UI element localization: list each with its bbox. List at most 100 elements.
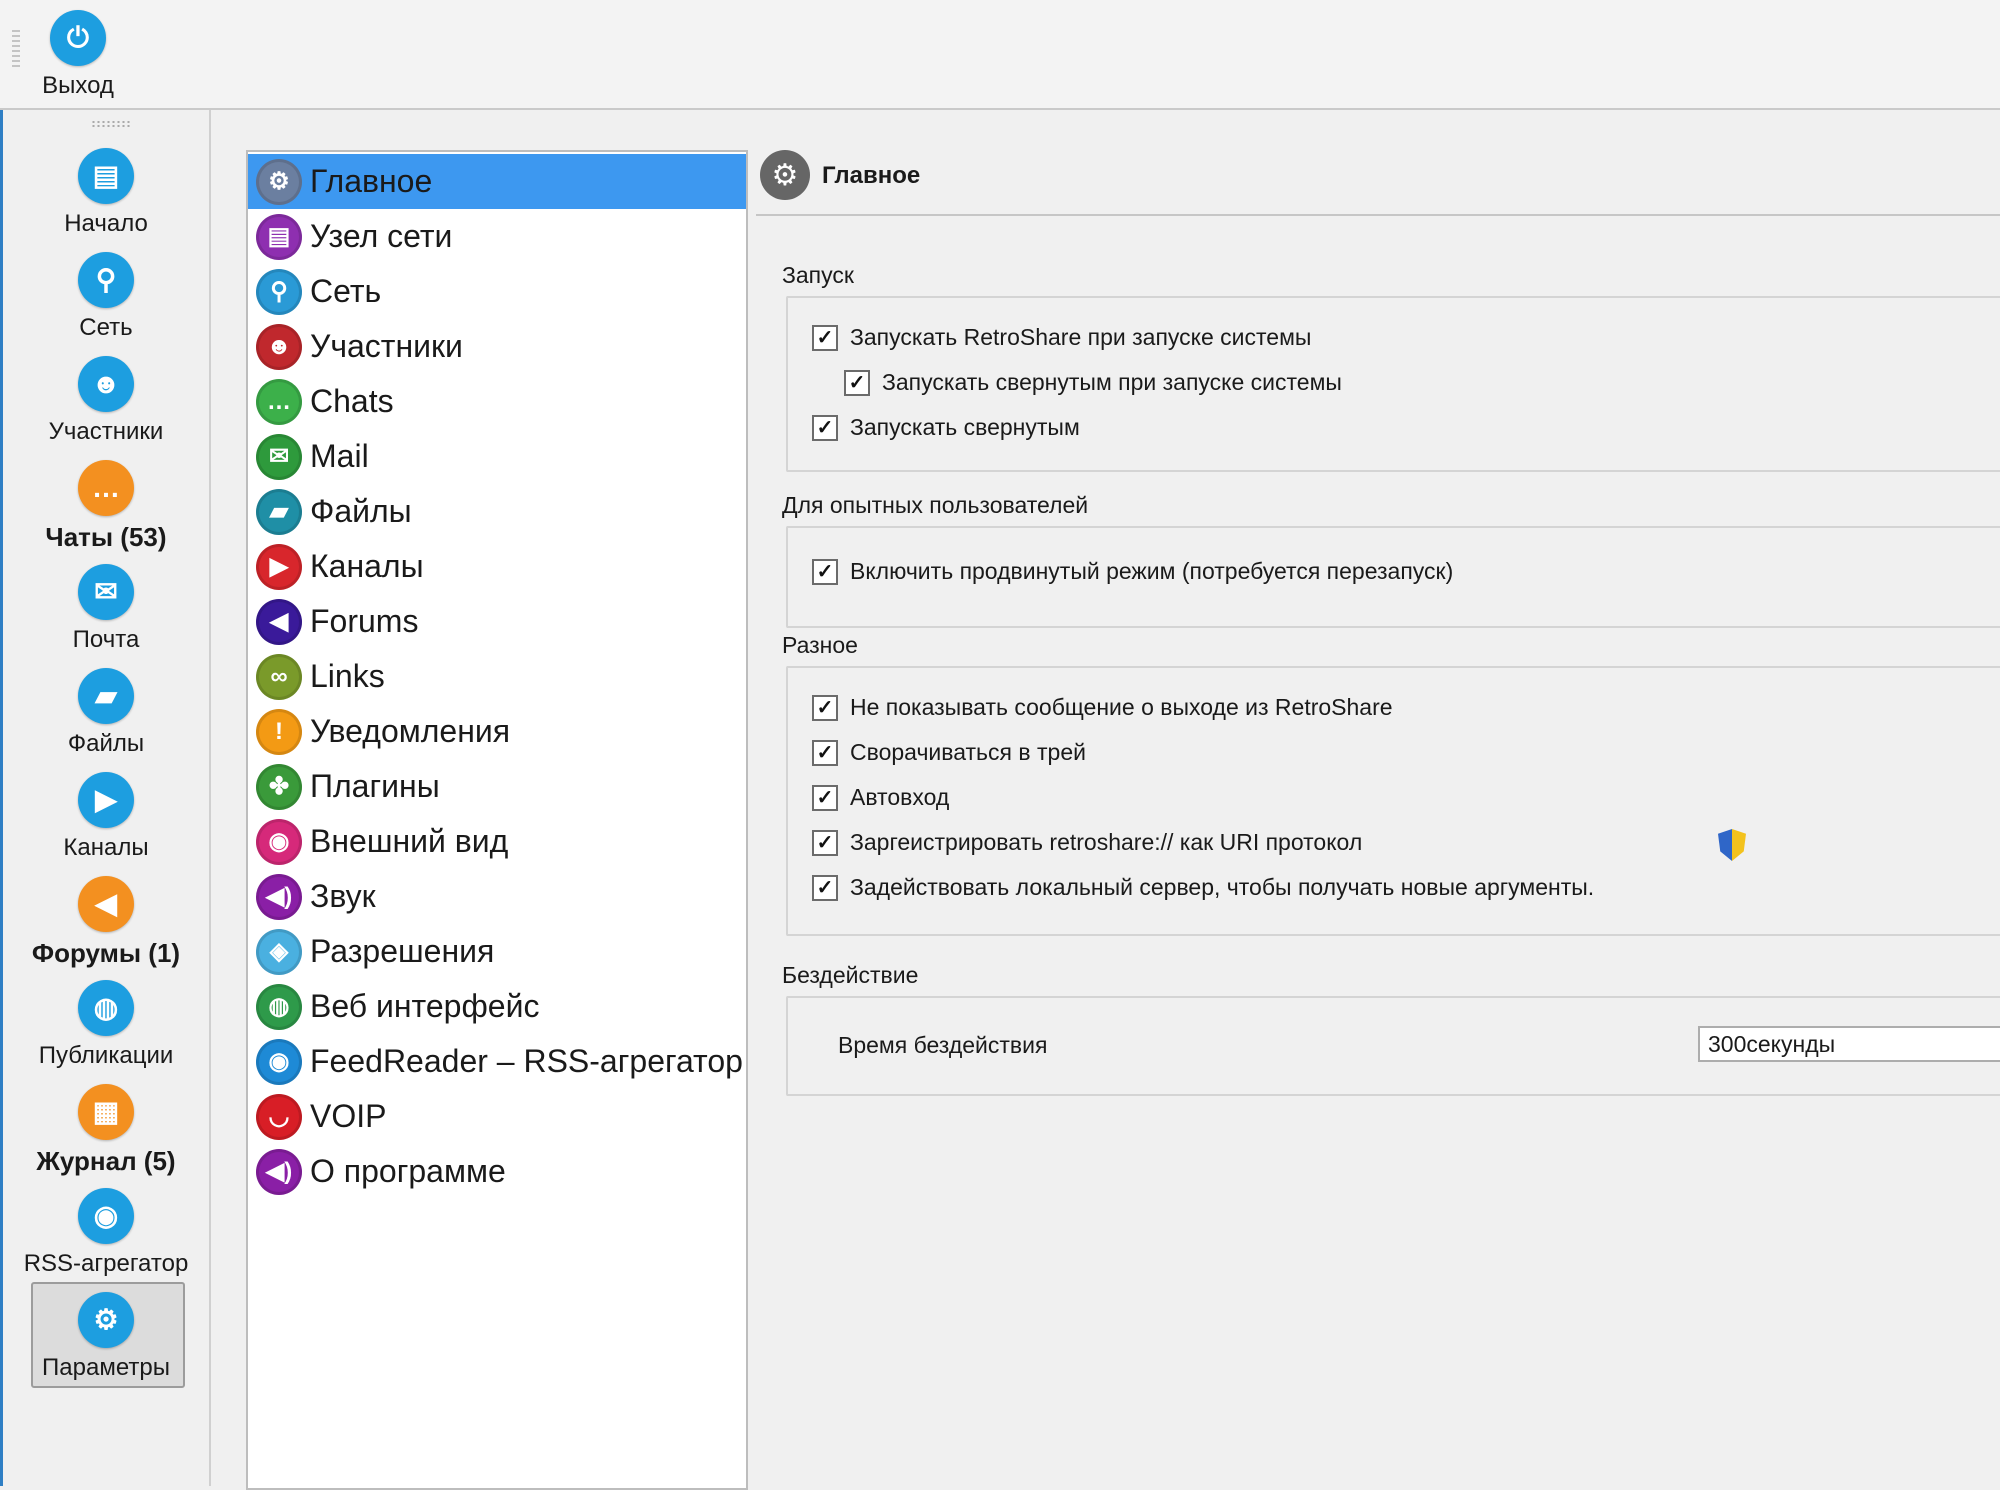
category-label: Плагины bbox=[310, 768, 440, 804]
group-idle: Время бездействия 300секунды bbox=[786, 996, 2000, 1096]
category-label: Уведомления bbox=[310, 713, 511, 749]
start-on-boot-checkbox[interactable]: ✓ Запускать RetroShare при запуске систе… bbox=[812, 324, 1311, 351]
id-card-icon: ▤ bbox=[78, 148, 134, 204]
nav-item-forums[interactable]: ◀ Форумы (1) bbox=[3, 876, 209, 976]
checkbox-box[interactable]: ✓ bbox=[844, 369, 870, 396]
speaker-icon: ◀) bbox=[256, 873, 302, 920]
category-node[interactable]: ▤ Узел сети bbox=[248, 209, 746, 264]
toolbar: ⏻ Выход bbox=[0, 0, 2000, 110]
checkbox-box[interactable]: ✓ bbox=[812, 829, 838, 856]
nav-item-people[interactable]: ☻ Участники bbox=[3, 356, 209, 456]
local-server-checkbox[interactable]: ✓ Задействовать локальный сервер, чтобы … bbox=[812, 874, 1594, 901]
nav-item-channels[interactable]: ▶ Каналы bbox=[3, 772, 209, 872]
checkbox-box[interactable]: ✓ bbox=[812, 558, 838, 585]
toolbar-grip[interactable] bbox=[12, 30, 20, 70]
idle-time-label: Время бездействия bbox=[838, 1032, 1048, 1058]
category-voip[interactable]: ◡ VOIP bbox=[248, 1089, 746, 1144]
auto-login-checkbox[interactable]: ✓ Автовход bbox=[812, 784, 949, 811]
checkbox-label: Запускать свернутым при запуске системы bbox=[882, 369, 1342, 395]
group-startup: ✓ Запускать RetroShare при запуске систе… bbox=[786, 296, 2000, 472]
start-minimized-checkbox[interactable]: ✓ Запускать свернутым bbox=[812, 414, 1080, 441]
nav-label: Файлы bbox=[67, 730, 145, 757]
category-label: Сеть bbox=[310, 273, 382, 309]
category-label: Chats bbox=[310, 383, 394, 419]
category-channels[interactable]: ▶ Каналы bbox=[248, 539, 746, 594]
category-network[interactable]: ⚲ Сеть bbox=[248, 264, 746, 319]
category-notifications[interactable]: ! Уведомления bbox=[248, 704, 746, 759]
checkbox-label: Заргеистрировать retroshare:// как URI п… bbox=[850, 829, 1363, 855]
category-label: Forums bbox=[310, 603, 419, 639]
category-label: FeedReader – RSS-агрегатор bbox=[310, 1043, 743, 1079]
mail-icon: ✉ bbox=[256, 433, 302, 480]
gear-icon: ⚙ bbox=[78, 1292, 134, 1348]
start-minimized-on-boot-checkbox[interactable]: ✓ Запускать свернутым при запуске систем… bbox=[844, 369, 1342, 396]
group-title-misc: Разное bbox=[782, 632, 858, 658]
exit-button[interactable]: ⏻ Выход bbox=[22, 6, 134, 102]
group-advanced: ✓ Включить продвинутый режим (потребуетс… bbox=[786, 526, 2000, 628]
checkbox-box[interactable]: ✓ bbox=[812, 784, 838, 811]
advanced-mode-checkbox[interactable]: ✓ Включить продвинутый режим (потребуетс… bbox=[812, 558, 1453, 585]
nav-item-posted[interactable]: ◍ Публикации bbox=[3, 980, 209, 1080]
lips-icon: ◡ bbox=[256, 1093, 302, 1140]
category-feedreader[interactable]: ◉ FeedReader – RSS-агрегатор bbox=[248, 1034, 746, 1089]
category-about[interactable]: ◀) О программе bbox=[248, 1144, 746, 1199]
category-label: Главное bbox=[310, 163, 433, 199]
group-misc: ✓ Не показывать сообщение о выходе из Re… bbox=[786, 666, 2000, 936]
category-chats[interactable]: … Chats bbox=[248, 374, 746, 429]
rss-icon: ◉ bbox=[256, 1038, 302, 1085]
category-label: Веб интерфейс bbox=[310, 988, 540, 1024]
checkbox-box[interactable]: ✓ bbox=[812, 874, 838, 901]
settings-category-list[interactable]: ⚙ Главное ▤ Узел сети ⚲ Сеть ☻ Участники… bbox=[246, 150, 748, 1490]
checkbox-box[interactable]: ✓ bbox=[812, 694, 838, 721]
nav-item-journal[interactable]: ▦ Журнал (5) bbox=[3, 1084, 209, 1184]
category-files[interactable]: ▰ Файлы bbox=[248, 484, 746, 539]
category-plugins[interactable]: ✤ Плагины bbox=[248, 759, 746, 814]
nav-item-mail[interactable]: ✉ Почта bbox=[3, 564, 209, 664]
checkbox-box[interactable]: ✓ bbox=[812, 414, 838, 441]
category-web-interface[interactable]: ◍ Веб интерфейс bbox=[248, 979, 746, 1034]
category-label: Каналы bbox=[310, 548, 424, 584]
idle-time-spinbox[interactable]: 300секунды bbox=[1698, 1026, 2000, 1062]
nav-item-rss[interactable]: ◉ RSS-агрегатор bbox=[3, 1188, 209, 1288]
category-label: Mail bbox=[310, 438, 369, 474]
nav-label: Почта bbox=[72, 626, 140, 653]
nav-label: RSS-агрегатор bbox=[23, 1250, 189, 1277]
nav-item-home[interactable]: ▤ Начало bbox=[3, 148, 209, 248]
globe-icon: ◍ bbox=[256, 983, 302, 1030]
group-title-advanced: Для опытных пользователей bbox=[782, 492, 1089, 518]
files-icon: ▰ bbox=[256, 488, 302, 535]
chat-icon: … bbox=[78, 460, 134, 516]
gear-icon: ⚙ bbox=[760, 150, 810, 200]
chat-icon: … bbox=[256, 378, 302, 425]
category-general[interactable]: ⚙ Главное bbox=[248, 154, 746, 209]
category-mail[interactable]: ✉ Mail bbox=[248, 429, 746, 484]
alert-icon: ! bbox=[256, 708, 302, 755]
category-people[interactable]: ☻ Участники bbox=[248, 319, 746, 374]
category-forums[interactable]: ◀ Forums bbox=[248, 594, 746, 649]
nav-item-chats[interactable]: … Чаты (53) bbox=[3, 460, 209, 560]
checkbox-box[interactable]: ✓ bbox=[812, 324, 838, 351]
category-sound[interactable]: ◀) Звук bbox=[248, 869, 746, 924]
idle-time-value: 300секунды bbox=[1708, 1030, 1836, 1057]
checkbox-label: Задействовать локальный сервер, чтобы по… bbox=[850, 874, 1595, 900]
checkbox-box[interactable]: ✓ bbox=[812, 739, 838, 766]
category-links[interactable]: ∞ Links bbox=[248, 649, 746, 704]
category-label: Звук bbox=[310, 878, 376, 914]
no-quit-message-checkbox[interactable]: ✓ Не показывать сообщение о выходе из Re… bbox=[812, 694, 1393, 721]
nav-label: Каналы bbox=[63, 834, 149, 861]
nav-item-settings[interactable]: ⚙ Параметры bbox=[3, 1282, 209, 1392]
channels-icon: ▶ bbox=[256, 543, 302, 590]
gear-icon: ⚙ bbox=[256, 158, 302, 205]
nav-item-network[interactable]: ⚲ Сеть bbox=[3, 252, 209, 352]
minimize-to-tray-checkbox[interactable]: ✓ Сворачиваться в трей bbox=[812, 739, 1086, 766]
nav-item-files[interactable]: ▰ Файлы bbox=[3, 668, 209, 768]
group-title-idle: Бездействие bbox=[782, 962, 919, 988]
category-label: Файлы bbox=[310, 493, 412, 529]
network-icon: ⚲ bbox=[256, 268, 302, 315]
page-header: ⚙ Главное bbox=[756, 146, 2000, 216]
category-appearance[interactable]: ◉ Внешний вид bbox=[248, 814, 746, 869]
category-label: Links bbox=[310, 658, 385, 694]
register-uri-checkbox[interactable]: ✓ Заргеистрировать retroshare:// как URI… bbox=[812, 829, 1772, 861]
category-permissions[interactable]: ◈ Разрешения bbox=[248, 924, 746, 979]
nav-label: Параметры bbox=[42, 1354, 170, 1381]
